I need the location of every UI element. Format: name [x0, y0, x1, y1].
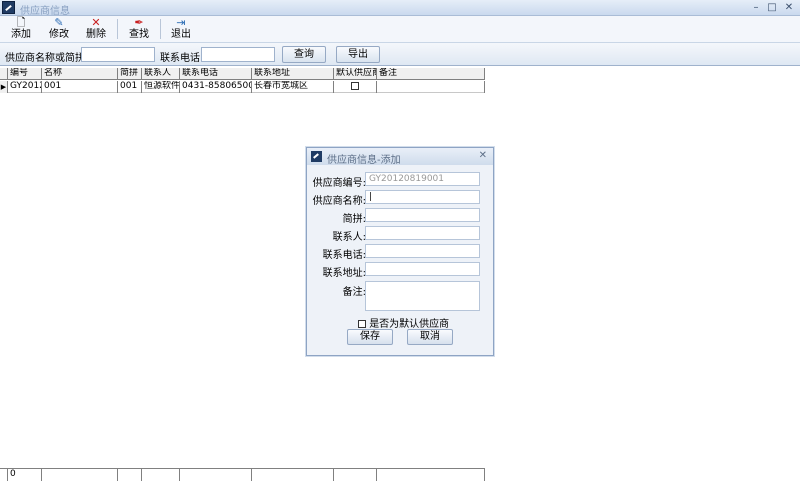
default-supplier-option[interactable]: 是否为默认供应商 — [358, 315, 449, 330]
table-row[interactable]: ▶ GY201203 001 001 恒源软件 0431-85806500 长春… — [0, 81, 485, 93]
delete-button[interactable]: ✕ 删除 — [78, 16, 114, 42]
phone-label: 联系电话: — [322, 250, 366, 261]
app-icon — [2, 1, 15, 14]
toolbar: 🗋 添加 ✎ 修改 ✕ 删除 ✒ 查找 ⇥ 退出 — [0, 16, 800, 42]
column-header[interactable]: 联系地址 — [252, 68, 334, 80]
dialog-title: 供应商信息-添加 — [327, 155, 401, 166]
row-pointer-icon: ▶ — [0, 81, 8, 93]
footer-cell — [334, 469, 377, 481]
search-phone-label: 联系电话: — [160, 53, 204, 64]
search-name-input[interactable] — [81, 47, 155, 62]
cell-code: GY201203 — [8, 81, 42, 93]
window-title: 供应商信息 — [20, 6, 70, 17]
maximize-icon[interactable]: □ — [766, 2, 778, 13]
edit-label: 修改 — [49, 29, 69, 40]
pinyin-field[interactable] — [365, 208, 480, 222]
column-header[interactable]: 默认供应商 — [334, 68, 377, 80]
table-footer: 0 — [0, 468, 485, 481]
note-textarea[interactable] — [365, 281, 480, 311]
column-header[interactable]: 联系电话 — [180, 68, 252, 80]
pinyin-label: 简拼: — [342, 214, 366, 225]
toolbar-divider — [117, 19, 118, 39]
cell-phone: 0431-85806500 — [182, 81, 252, 93]
footer-cell — [42, 469, 118, 481]
export-button[interactable]: 导出 — [336, 46, 380, 63]
query-button[interactable]: 查询 — [282, 46, 326, 63]
phone-field[interactable] — [365, 244, 480, 258]
cell-address: 长春市宽城区 — [252, 81, 334, 93]
cell-contact: 恒源软件 — [144, 81, 180, 93]
cell-name: 001 — [42, 81, 118, 93]
search-bar: 供应商名称或简拼: 联系电话: 查询 导出 — [0, 42, 800, 66]
header-indicator — [0, 68, 8, 80]
code-label: 供应商编号: — [312, 178, 366, 189]
dialog-app-icon — [311, 151, 322, 162]
minimize-icon[interactable]: – — [750, 2, 762, 13]
note-label: 备注: — [342, 287, 366, 298]
column-header[interactable]: 联系人 — [142, 68, 180, 80]
footer-cell — [252, 469, 334, 481]
default-checkbox[interactable] — [351, 82, 359, 90]
table-header: 编号 名称 简拼 联系人 联系电话 联系地址 默认供应商 备注 — [0, 68, 485, 80]
close-icon[interactable]: ✕ — [783, 2, 795, 13]
contact-label: 联系人: — [332, 232, 366, 243]
dialog-close-icon[interactable]: ✕ — [479, 150, 487, 161]
column-header[interactable]: 备注 — [377, 68, 485, 80]
delete-x-icon: ✕ — [91, 16, 101, 29]
footer-count: 0 — [8, 469, 42, 481]
dialog-title-bar: 供应商信息-添加 ✕ — [307, 148, 493, 166]
default-supplier-checkbox[interactable] — [358, 320, 366, 328]
column-header[interactable]: 简拼 — [118, 68, 142, 80]
cell-default — [334, 81, 377, 93]
edit-button[interactable]: ✎ 修改 — [41, 16, 77, 42]
exit-label: 退出 — [171, 29, 191, 40]
footer-cell — [142, 469, 180, 481]
cancel-button[interactable]: 取消 — [407, 329, 453, 345]
footer-cell — [118, 469, 142, 481]
title-bar: 供应商信息 – □ ✕ — [0, 0, 800, 17]
search-name-label: 供应商名称或简拼: — [5, 53, 89, 64]
address-label: 联系地址: — [322, 268, 366, 279]
exit-button[interactable]: ⇥ 退出 — [163, 16, 199, 42]
column-header[interactable]: 名称 — [42, 68, 118, 80]
save-button[interactable]: 保存 — [347, 329, 393, 345]
cell-pinyin: 001 — [118, 81, 142, 93]
edit-icon: ✎ — [54, 16, 64, 29]
cell-note — [377, 81, 485, 93]
find-icon: ✒ — [134, 16, 144, 29]
delete-label: 删除 — [86, 29, 106, 40]
name-label: 供应商名称: — [312, 196, 366, 207]
code-field[interactable]: GY20120819001 — [365, 172, 480, 186]
contact-field[interactable] — [365, 226, 480, 240]
search-phone-input[interactable] — [201, 47, 275, 62]
new-document-icon: 🗋 — [16, 16, 26, 29]
toolbar-divider — [160, 19, 161, 39]
footer-cell — [377, 469, 485, 481]
add-label: 添加 — [11, 29, 31, 40]
exit-door-icon: ⇥ — [176, 16, 186, 29]
footer-cell — [180, 469, 252, 481]
name-field[interactable]: | — [365, 190, 480, 204]
add-button[interactable]: 🗋 添加 — [3, 16, 39, 42]
find-label: 查找 — [129, 29, 149, 40]
supplier-add-dialog: 供应商信息-添加 ✕ 供应商编号: GY20120819001 供应商名称: |… — [306, 147, 494, 356]
find-button[interactable]: ✒ 查找 — [121, 16, 157, 42]
address-field[interactable] — [365, 262, 480, 276]
column-header[interactable]: 编号 — [8, 68, 42, 80]
footer-indicator — [0, 469, 8, 481]
